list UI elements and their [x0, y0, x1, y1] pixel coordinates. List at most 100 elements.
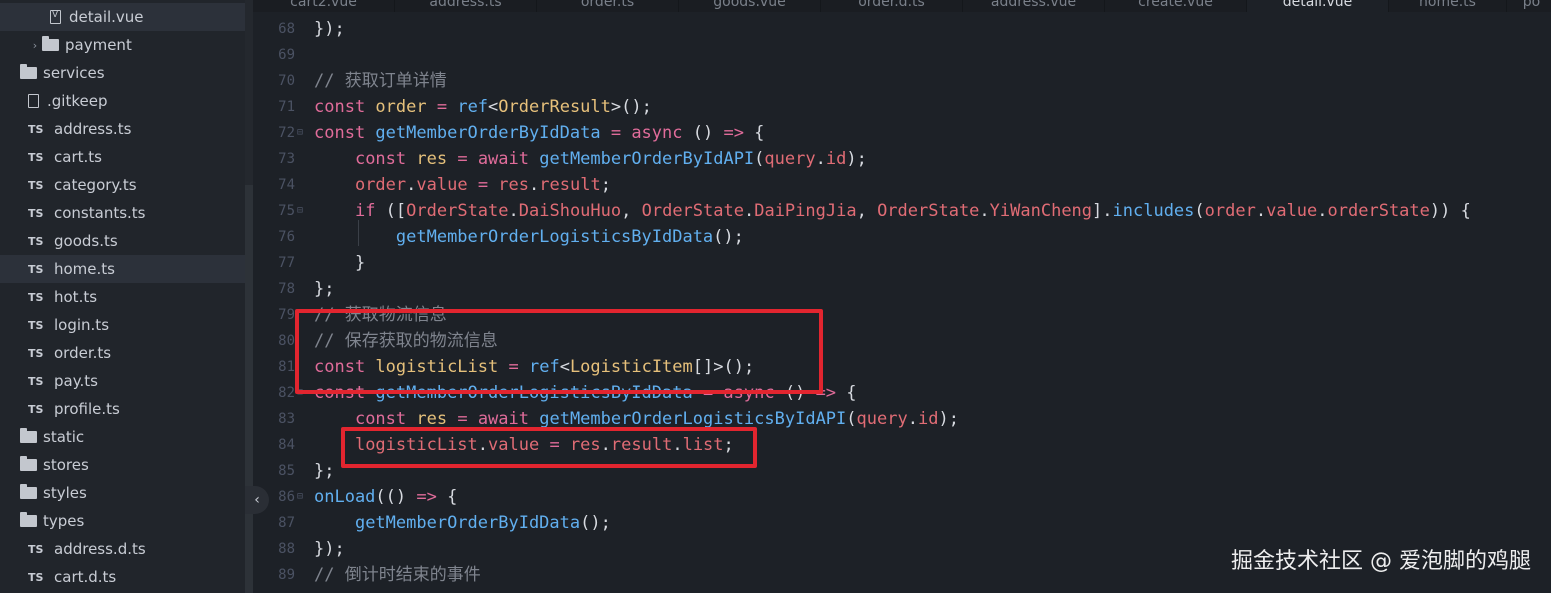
code-text: }); — [314, 16, 345, 42]
code-token: result — [539, 175, 601, 195]
code-token: // 倒计时结束的事件 — [314, 565, 481, 585]
tree-item[interactable]: styles — [0, 479, 245, 507]
tree-item[interactable]: TS constants.ts — [0, 199, 245, 227]
tree-item[interactable]: TS category.ts — [0, 171, 245, 199]
folder-icon — [42, 36, 59, 51]
code-token: value — [416, 175, 468, 195]
editor-tab[interactable]: po — [1507, 0, 1551, 12]
editor-tab[interactable]: goods.vue — [679, 0, 821, 12]
code-line[interactable]: 69 — [253, 42, 1551, 68]
editor-tab[interactable]: address.vue — [963, 0, 1105, 12]
tree-item[interactable]: TS login.ts — [0, 311, 245, 339]
editor-tab[interactable]: cart2.vue — [253, 0, 395, 12]
fold-toggle-icon[interactable]: ⊟ — [297, 120, 303, 146]
tree-item[interactable]: static — [0, 423, 245, 451]
code-line[interactable]: 72 ⊟ const getMemberOrderByIdData = async … — [253, 120, 1551, 146]
tree-item-label: styles — [43, 484, 87, 502]
tree-item-label: stores — [43, 456, 89, 474]
line-number: 86 — [278, 489, 295, 505]
tree-item[interactable]: TS order.ts — [0, 339, 245, 367]
code-line[interactable]: 70 // 获取订单详情 — [253, 68, 1551, 94]
tree-item[interactable]: TS profile.ts — [0, 395, 245, 423]
tree-item[interactable]: stores — [0, 451, 245, 479]
code-editor[interactable]: 89 // 倒计时结束的事件 88}); 87 getMemberOrderByIdD… — [253, 12, 1551, 593]
sidebar-scrollbar-thumb[interactable] — [245, 185, 253, 593]
tree-item[interactable]: › payment — [0, 31, 245, 59]
editor-tab[interactable]: address.ts — [395, 0, 537, 12]
typescript-file-icon: TS — [28, 206, 44, 220]
tree-item[interactable]: TS goods.ts — [0, 227, 245, 255]
code-token: value — [1266, 201, 1318, 221]
editor-tab[interactable]: order.d.ts — [821, 0, 963, 12]
tree-item-label: login.ts — [54, 316, 110, 334]
code-line[interactable]: 68}); — [253, 16, 1551, 42]
code-token: async — [631, 123, 683, 143]
tree-item[interactable]: TS cart.d.ts — [0, 563, 245, 591]
code-token: ; — [600, 175, 611, 195]
line-number: 85 — [278, 463, 295, 479]
vue-file-icon — [50, 10, 61, 24]
code-line[interactable]: 77 } — [253, 250, 1551, 276]
editor-tab[interactable]: detail.vue — [1247, 0, 1389, 12]
code-line[interactable]: 86 ⊟ onLoad(() => { — [253, 484, 1551, 510]
code-line[interactable]: 76 getMemberOrderLogisticsByIdData(); — [253, 224, 1551, 250]
tree-item[interactable]: detail.vue — [0, 3, 245, 31]
code-token: = — [467, 175, 499, 195]
code-token: . — [529, 175, 540, 195]
editor-tab[interactable]: home.ts — [1389, 0, 1507, 12]
typescript-file-icon: TS — [28, 150, 44, 164]
editor-tab[interactable]: create.vue — [1105, 0, 1247, 12]
highlight-box-logistic-list — [295, 309, 823, 394]
code-token: } — [314, 253, 366, 273]
typescript-file-icon: TS — [28, 402, 44, 416]
code-line[interactable]: 74 order.value = res.result; — [253, 172, 1551, 198]
folder-icon — [20, 512, 37, 527]
code-token: OrderState — [641, 201, 744, 221]
tree-item-label: static — [43, 428, 85, 446]
code-token: await — [477, 409, 540, 429]
code-text: order.value = res.result; — [314, 172, 611, 198]
tree-item[interactable]: TS hot.ts — [0, 283, 245, 311]
typescript-file-icon: TS — [28, 374, 44, 388]
code-token: }; — [314, 461, 335, 481]
tree-item[interactable]: TS pay.ts — [0, 367, 245, 395]
code-token: ( — [754, 149, 765, 169]
editor-tab[interactable]: order.ts — [537, 0, 679, 12]
typescript-file-icon: TS — [28, 122, 44, 136]
code-token: getMemberOrderByIdData — [354, 513, 581, 533]
code-text: onLoad(() => { — [314, 484, 457, 510]
code-token: const — [354, 409, 417, 429]
code-token: ( — [1194, 201, 1205, 221]
tree-item-label: profile.ts — [54, 400, 120, 418]
chevron-right-icon[interactable]: › — [28, 39, 42, 52]
tree-item-label: types — [43, 512, 85, 530]
code-token: res — [416, 149, 448, 169]
code-token: = — [600, 123, 632, 143]
tree-item[interactable]: TS home.ts — [0, 255, 245, 283]
fold-toggle-icon[interactable]: ⊟ — [297, 484, 303, 510]
tree-item-label: address.d.ts — [54, 540, 146, 558]
tree-item[interactable]: types — [0, 507, 245, 535]
code-text: // 获取订单详情 — [314, 68, 447, 94]
fold-toggle-icon[interactable]: ⊟ — [297, 198, 303, 224]
code-token: DaiShouHuo — [518, 201, 622, 221]
code-line[interactable]: 78}; — [253, 276, 1551, 302]
tree-item[interactable]: TS address.d.ts — [0, 535, 245, 563]
code-line[interactable]: 71 const order = ref<OrderResult>(); — [253, 94, 1551, 120]
tree-item[interactable]: TS address.ts — [0, 115, 245, 143]
tree-item-label: cart.ts — [54, 148, 102, 166]
tree-item[interactable]: services — [0, 59, 245, 87]
tree-item-label: order.ts — [54, 344, 112, 362]
code-line[interactable]: 73 const res = await getMemberOrderByIdA… — [253, 146, 1551, 172]
code-line[interactable]: 75 ⊟ if ([OrderState.DaiShouHuo, OrderSta… — [253, 198, 1551, 224]
tree-item[interactable]: TS cart.ts — [0, 143, 245, 171]
code-token: // 获取订单详情 — [314, 71, 447, 91]
line-number: 68 — [278, 21, 295, 37]
typescript-file-icon: TS — [28, 346, 44, 360]
code-token: () — [682, 123, 724, 143]
typescript-file-icon: TS — [28, 570, 44, 584]
code-line[interactable]: 87 getMemberOrderByIdData(); — [253, 510, 1551, 536]
line-number: 71 — [278, 99, 295, 115]
tree-item[interactable]: .gitkeep — [0, 87, 245, 115]
